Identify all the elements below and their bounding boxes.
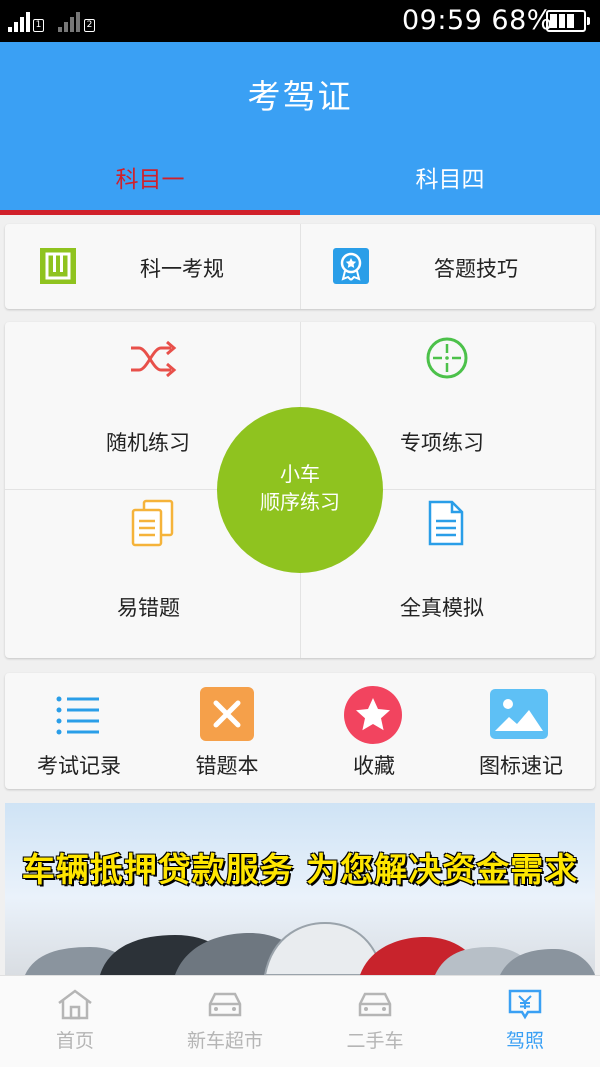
status-time-battery: 09:59 68% — [402, 5, 553, 36]
shuffle-icon — [131, 340, 177, 378]
top-link-answer-tips[interactable]: 答题技巧 — [300, 224, 595, 309]
battery-percent: 68% — [491, 5, 553, 36]
nav-used-cars[interactable]: 二手车 — [300, 988, 450, 1053]
yen-chat-icon — [508, 989, 542, 1020]
document-icon — [428, 500, 464, 546]
car-icon — [208, 992, 242, 1017]
app-header: 考驾证 科目一 科目四 — [0, 42, 600, 215]
badge-icon — [333, 248, 369, 284]
practice-label: 随机练习 — [106, 431, 190, 455]
banner-headline: 车辆抵押贷款服务 为您解决资金需求 — [21, 850, 579, 889]
image-icon — [490, 689, 548, 739]
documents-icon — [131, 499, 174, 547]
quick-label: 收藏 — [353, 754, 395, 778]
quick-label: 图标速记 — [479, 754, 563, 778]
signal-strength-icon — [8, 12, 30, 32]
nav-new-car-market[interactable]: 新车超市 — [150, 988, 300, 1053]
sim2-indicator: 2 — [84, 19, 95, 32]
list-icon — [56, 696, 99, 735]
circle-line1: 小车 — [280, 462, 320, 486]
sequential-practice-button[interactable]: 小车 顺序练习 — [217, 407, 383, 573]
top-link-exam-rules[interactable]: 科一考规 — [5, 224, 300, 309]
quick-label: 错题本 — [195, 754, 259, 778]
circle-line2: 顺序练习 — [260, 490, 340, 514]
practice-label: 专项练习 — [400, 431, 484, 455]
nav-label: 新车超市 — [186, 1030, 263, 1052]
nav-label: 首页 — [55, 1030, 94, 1052]
practice-label: 全真模拟 — [400, 596, 484, 620]
book-icon — [40, 248, 76, 284]
quick-label: 考试记录 — [37, 754, 121, 778]
car-icon — [358, 992, 392, 1017]
status-bar: 1 2 09:59 68% — [0, 0, 600, 42]
bottom-navigation: 首页 新车超市 二手车 驾照 — [0, 975, 600, 1067]
tab-subject-one[interactable]: 科目一 — [0, 160, 300, 194]
x-icon — [200, 687, 254, 741]
top-link-label: 答题技巧 — [434, 257, 518, 281]
loan-ad-banner[interactable]: 车辆抵押贷款服务 为您解决资金需求 — [5, 803, 595, 975]
cars-image — [25, 921, 595, 975]
tab-subject-four[interactable]: 科目四 — [300, 160, 600, 194]
star-icon — [344, 686, 402, 744]
page-title: 考驾证 — [247, 77, 353, 116]
home-icon — [58, 989, 92, 1020]
target-icon — [426, 337, 468, 379]
active-tab-indicator — [0, 210, 300, 215]
nav-license[interactable]: 驾照 — [450, 988, 600, 1053]
practice-label: 易错题 — [117, 596, 180, 620]
nav-home[interactable]: 首页 — [0, 988, 150, 1053]
top-link-label: 科一考规 — [140, 257, 224, 281]
nav-label: 驾照 — [505, 1030, 544, 1052]
signal-strength-2-icon — [58, 12, 80, 32]
nav-label: 二手车 — [346, 1030, 404, 1052]
status-time: 09:59 — [402, 5, 483, 36]
battery-icon — [546, 10, 590, 32]
sim1-indicator: 1 — [33, 19, 44, 32]
